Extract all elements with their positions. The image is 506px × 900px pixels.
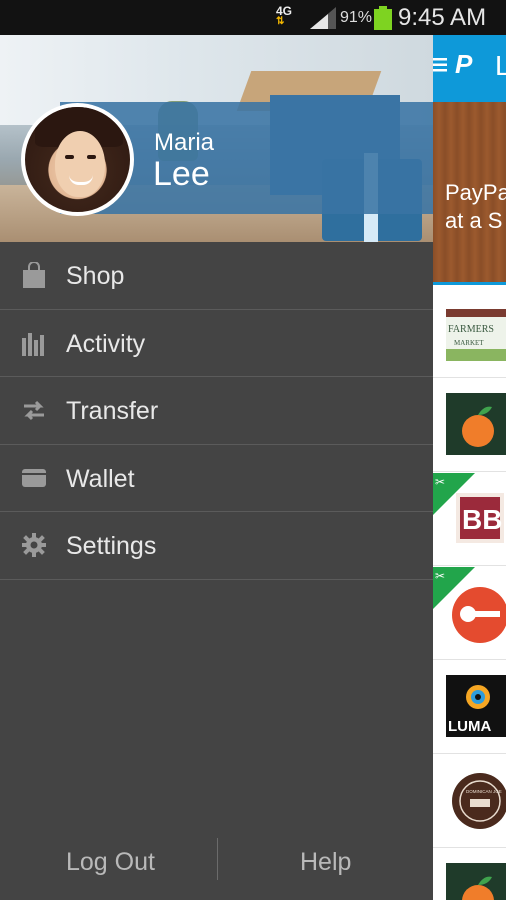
bar-chart-icon [22,332,44,356]
help-button[interactable]: Help [300,848,351,877]
user-first-name: Maria [154,129,215,156]
merchant-item[interactable]: ✂ BB [433,473,506,566]
merchant-logo-text: MARKET [454,339,484,347]
merchant-item[interactable]: LUMA [433,661,506,754]
shopping-bag-icon [23,262,45,288]
footer-divider [217,838,218,880]
user-last-name: Lee [153,155,210,193]
merchant-logo-text: BB [462,504,502,535]
guitar-logo-icon [452,587,506,643]
promo-text-line1: PayPa [445,180,506,205]
network-indicator: 4G ⇅ [276,5,292,27]
paypal-logo-icon: P [455,49,473,79]
promo-text-line2: at a S [445,208,503,233]
merchant-logo-text: LUMA [448,718,491,735]
app-bar-title: L [495,50,506,81]
merchant-item[interactable]: FARMERS MARKET [433,285,506,378]
orange-logo-icon [446,393,506,455]
drawer-footer: Log Out Help [0,828,433,900]
merchant-item[interactable]: DOMINICAN JOE [433,755,506,848]
menu-item-settings[interactable]: Settings [0,512,433,580]
avatar-eye [87,155,96,159]
merchant-logo-text: FARMERS [448,324,494,335]
gear-icon [22,533,46,557]
scissors-icon: ✂ [435,569,446,583]
scissors-icon: ✂ [435,475,446,489]
luma-logo-icon: LUMA [446,675,506,737]
logout-button[interactable]: Log Out [66,848,155,877]
avatar-eye [65,155,74,159]
avatar-face [55,131,105,197]
transfer-arrows-icon [24,400,44,421]
farmers-market-logo-icon: FARMERS MARKET [446,309,506,361]
dominican-joe-logo-icon: DOMINICAN JOE [452,773,506,829]
data-arrows-icon: ⇅ [276,16,285,27]
menu-item-label: Activity [66,329,146,358]
menu-item-activity[interactable]: Activity [0,310,433,377]
navigation-drawer: Maria Lee Shop Activity Transfer Wallet … [0,35,433,900]
menu-item-label: Transfer [66,397,159,425]
drawer-menu: Shop Activity Transfer Wallet Settings [0,242,433,580]
menu-item-label: Wallet [66,464,135,493]
hamburger-icon[interactable] [433,57,449,73]
merchant-item[interactable] [433,379,506,472]
signal-icon [310,7,336,29]
merchant-item[interactable]: ✂ [433,567,506,660]
app-bar: P L [433,35,506,102]
bb-logo-icon: BB [456,493,504,543]
menu-item-label: Shop [66,262,125,290]
merchant-logo-text: DOMINICAN JOE [466,789,502,794]
menu-item-wallet[interactable]: Wallet [0,445,433,512]
status-bar: 4G ⇅ 91% 9:45 AM [0,0,506,35]
menu-item-label: Settings [66,532,157,560]
battery-percent: 91% [340,9,373,26]
promo-banner[interactable]: PayPa at a S [433,102,506,282]
avatar[interactable] [21,103,134,216]
clock: 9:45 AM [398,4,487,31]
menu-item-transfer[interactable]: Transfer [0,377,433,445]
menu-item-shop[interactable]: Shop [0,242,433,310]
background-app-panel[interactable]: P L PayPa at a S FARMERS MARKET ✂ BB ✂ L… [433,35,506,900]
orange-logo-icon [446,863,506,900]
profile-header: Maria Lee [0,35,433,242]
battery-icon [374,6,392,30]
wallet-icon [22,468,46,487]
merchant-item[interactable] [433,849,506,900]
